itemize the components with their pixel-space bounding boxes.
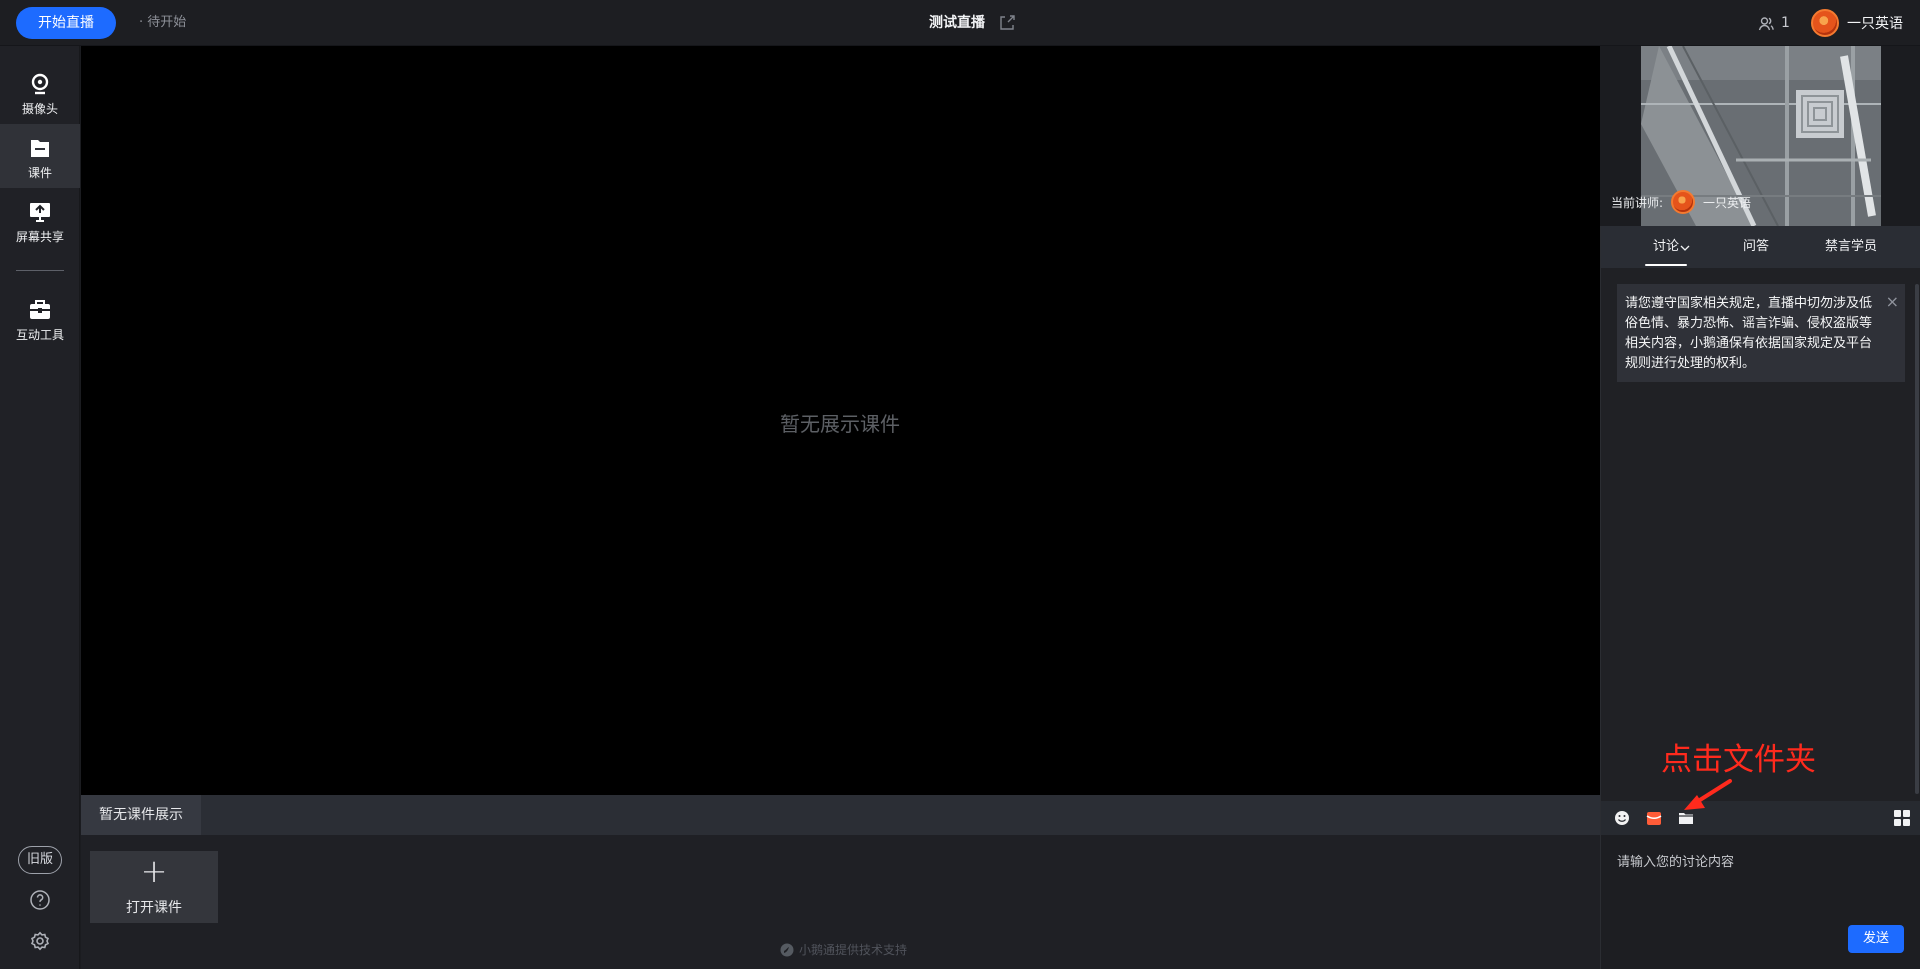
sidebar-item-label: 摄像头 [21, 102, 58, 116]
teacher-label: 当前讲师: [1611, 195, 1664, 210]
left-sidebar: 摄像头 课件 屏幕共享 互动工具 旧版 [0, 46, 80, 969]
folder-icon [31, 140, 49, 157]
red-arrow-icon [1684, 779, 1732, 810]
chat-scrollbar[interactable] [1915, 284, 1919, 794]
room-title: 测试直播 [929, 15, 985, 31]
avatar [1811, 9, 1839, 37]
courseware-tabs: 暂无课件展示 [81, 795, 1600, 835]
sidebar-item-label: 互动工具 [15, 328, 64, 342]
discussion-input[interactable] [1617, 847, 1905, 875]
screen-share-icon [30, 203, 50, 222]
tab-no-courseware[interactable]: 暂无课件展示 [81, 795, 201, 835]
old-version-button[interactable]: 旧版 [18, 846, 62, 874]
viewer-count-number: 1 [1781, 15, 1790, 31]
chevron-down-icon [1680, 245, 1690, 251]
viewer-count[interactable]: 1 [1758, 14, 1790, 32]
sidebar-item-label: 课件 [27, 166, 52, 180]
live-status: · 待开始 [139, 15, 187, 30]
empty-courseware-text: 暂无展示课件 [780, 412, 900, 436]
sidebar-item-courseware[interactable]: 课件 [0, 124, 80, 188]
courseware-stage: 暂无展示课件 [81, 46, 1600, 795]
tab-qa[interactable]: 问答 [1743, 226, 1769, 268]
instruction-annotation: 点击文件夹 [1661, 742, 1816, 778]
tab-muted-students[interactable]: 禁言学员 [1825, 226, 1877, 268]
tab-discussion[interactable]: 讨论 [1645, 226, 1690, 268]
start-live-button[interactable]: 开始直播 [16, 7, 116, 39]
camera-icon [31, 73, 49, 95]
logo-icon [780, 943, 794, 956]
user-icon [1758, 16, 1774, 30]
empty-courseware-message: 暂无展示课件 [81, 46, 1600, 795]
sidebar-item-label: 屏幕共享 [15, 230, 64, 244]
teacher-name: 一只英语 [1703, 195, 1752, 210]
help-icon[interactable] [29, 889, 51, 911]
open-courseware-label: 打开课件 [126, 900, 182, 916]
discussion-panel: 讨论 问答 禁言学员 请您遵守国家相关规定，直播中切勿涉及低俗色情、暴力恐怖、谣… [1600, 226, 1920, 969]
compliance-notice: 请您遵守国家相关规定，直播中切勿涉及低俗色情、暴力恐怖、谣言诈骗、侵权盗版等相关… [1617, 284, 1905, 382]
plus-icon: + [140, 852, 168, 890]
technical-support-text: 小鹅通提供技术支持 [799, 943, 908, 957]
emoji-icon[interactable] [1613, 809, 1631, 827]
technical-support-footer: 小鹅通提供技术支持 [780, 941, 907, 958]
username: 一只英语 [1847, 16, 1903, 32]
gift-icon[interactable] [1645, 809, 1663, 827]
sidebar-item-camera[interactable]: 摄像头 [0, 60, 80, 124]
chat-toolbar [1601, 801, 1920, 835]
chat-tabs: 讨论 问答 禁言学员 [1601, 226, 1920, 268]
edit-icon[interactable] [998, 14, 1016, 32]
grid-icon[interactable] [1893, 809, 1911, 827]
current-teacher: 当前讲师: 一只英语 [1611, 187, 1751, 217]
teacher-avatar [1671, 190, 1696, 214]
sidebar-item-interactive-tools[interactable]: 互动工具 [0, 286, 80, 350]
settings-icon[interactable] [29, 931, 51, 953]
notice-text: 请您遵守国家相关规定，直播中切勿涉及低俗色情、暴力恐怖、谣言诈骗、侵权盗版等相关… [1625, 296, 1873, 371]
sidebar-divider [16, 270, 64, 271]
top-bar: 开始直播 · 待开始 测试直播 1 一只英语 [0, 0, 1920, 46]
close-icon[interactable]: × [1886, 294, 1899, 310]
send-button[interactable]: 发送 [1848, 925, 1904, 953]
toolbox-icon [30, 300, 50, 319]
open-courseware-button[interactable]: + 打开课件 [90, 851, 218, 923]
sidebar-item-screen-share[interactable]: 屏幕共享 [0, 188, 80, 252]
tab-discussion-label: 讨论 [1652, 239, 1679, 254]
user-profile[interactable]: 一只英语 [1811, 9, 1903, 37]
chat-input-area: 发送 [1601, 835, 1920, 969]
